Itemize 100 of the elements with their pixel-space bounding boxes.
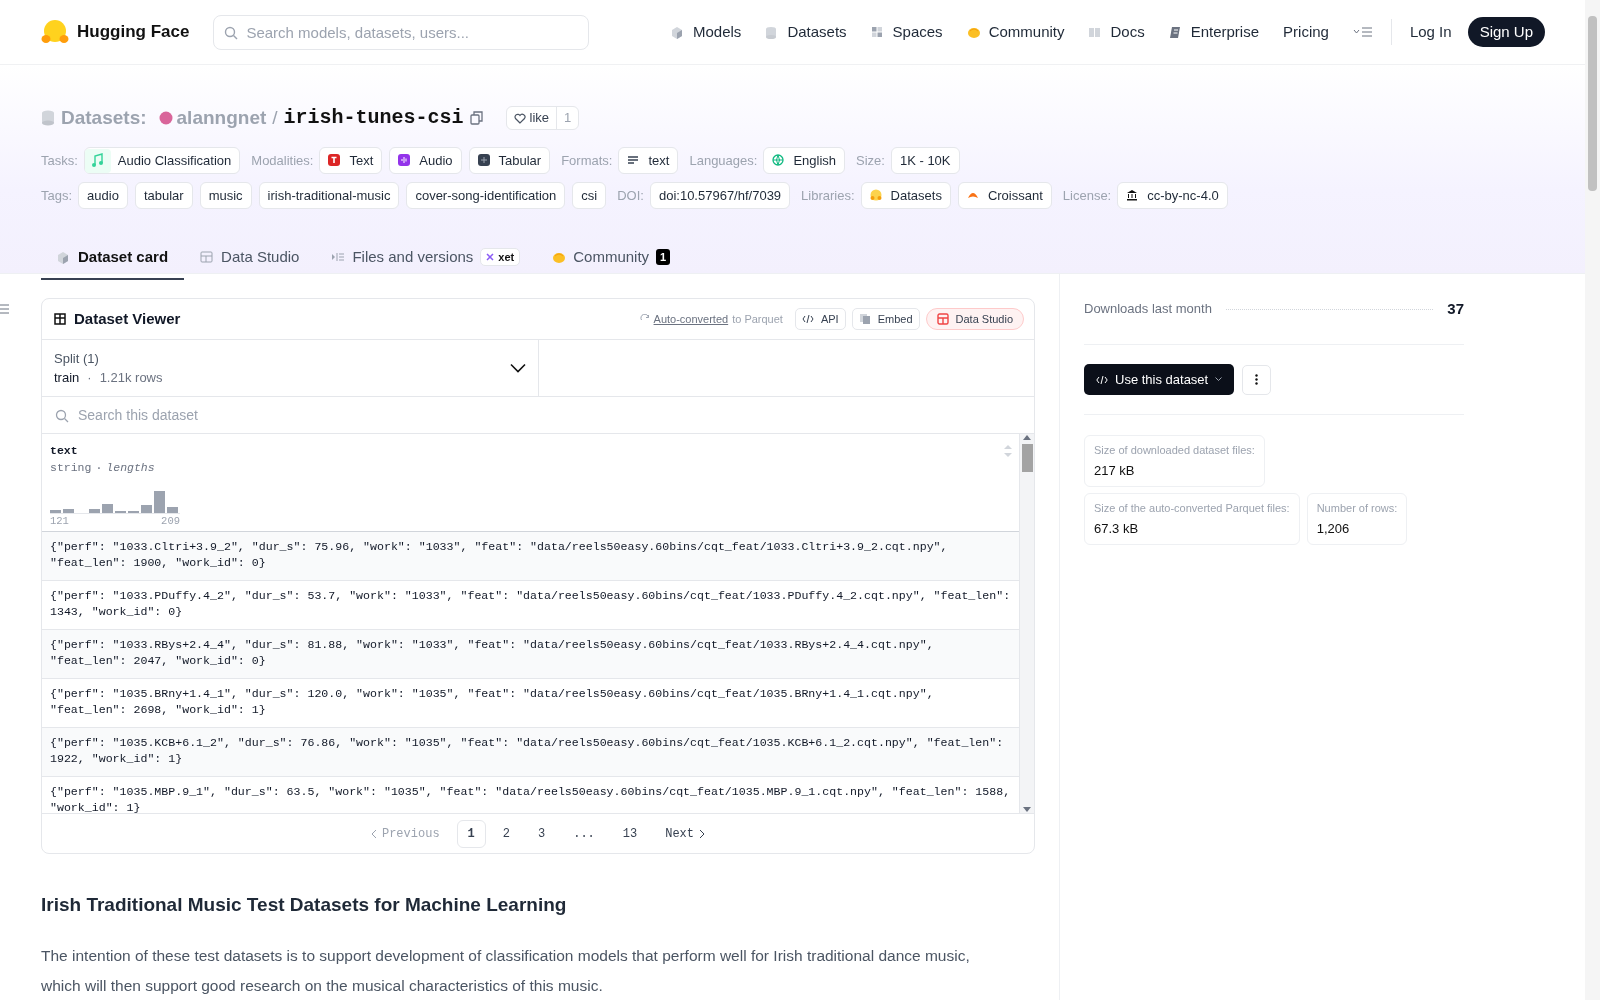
- nav-link[interactable]: Models: [693, 20, 742, 44]
- dot-separator: ·: [87, 369, 92, 387]
- caret-icon: [1215, 377, 1223, 382]
- repo-name[interactable]: irish-tunes-csi: [283, 103, 464, 133]
- meta-label: Modalities:: [251, 151, 314, 170]
- tag-chip[interactable]: doi:10.57967/hf/7039: [649, 182, 791, 209]
- tab[interactable]: Community 1: [536, 236, 687, 280]
- data-studio-button[interactable]: Data Studio: [925, 307, 1024, 331]
- card-heading: Irish Traditional Music Test Datasets for Machine Learning: [41, 894, 568, 917]
- stat-label: Number of rows:: [1316, 501, 1398, 516]
- tag-chip[interactable]: cc-by-nc-4.0: [1117, 182, 1228, 209]
- nav-link[interactable]: Docs: [1110, 20, 1145, 44]
- database-icon: [41, 110, 55, 126]
- page-button[interactable]: 2: [491, 819, 521, 848]
- tag-chip[interactable]: Audio: [389, 147, 462, 174]
- next-button[interactable]: Next: [654, 819, 716, 848]
- tag-chip[interactable]: csi: [572, 182, 607, 209]
- split-selector[interactable]: Split (1) train · 1.21k rows: [42, 340, 539, 396]
- tag-chip[interactable]: cover-song-identification: [406, 182, 566, 209]
- page-button[interactable]: ...: [562, 819, 606, 848]
- like-label: like: [529, 109, 550, 128]
- more-options-button[interactable]: [1242, 364, 1272, 395]
- hugging-emoji-icon: [869, 189, 884, 202]
- table-cell: {"perf": "1035.KCB+6.1_2", "dur_s": 76.86, "work": "1035", "feat": "data/reels50easy.60bins/cqt_feat/1035.KCB+6.1_2.cqt.npy", "feat_len": 1922, "work_id": 1}: [42, 728, 1019, 777]
- table-scrollbar[interactable]: [1019, 434, 1034, 813]
- tag-chip[interactable]: Text: [319, 147, 383, 174]
- meta-label: DOI:: [617, 186, 644, 205]
- card-paragraph: The intention of these test datasets is to support development of classification models that perform well for Irish traditional dance music, which will then support good research on the musical characteristics of this music.: [41, 945, 971, 996]
- repo-type-label: Datasets:: [61, 105, 147, 130]
- column-type: string: [50, 460, 92, 477]
- tag-chip[interactable]: irish-traditional-music: [258, 182, 400, 209]
- nav-link[interactable]: Community: [988, 20, 1065, 44]
- nav-link[interactable]: Spaces: [892, 20, 943, 44]
- page-button[interactable]: 13: [611, 819, 649, 848]
- table-cell: {"perf": "1033.Cltri+3.9_2", "dur_s": 75.96, "work": "1033", "feat": "data/reels50easy.60bins/cqt_feat/1033.Cltri+3.9_2.cqt.npy", "feat_len": 1900, "work_id": 0}: [42, 532, 1019, 581]
- meta-label: Size:: [856, 151, 885, 170]
- storage-badge: xet: [480, 247, 521, 267]
- page-button[interactable]: 1: [456, 819, 486, 848]
- grid-icon: [870, 25, 885, 39]
- scrollbar-thumb[interactable]: [1021, 444, 1033, 472]
- meta-label: License:: [1062, 186, 1112, 205]
- tag-chip[interactable]: tabular: [134, 182, 193, 209]
- tag-chip[interactable]: Datasets: [860, 182, 951, 209]
- sort-icon[interactable]: [1003, 444, 1013, 458]
- embed-button[interactable]: Embed: [851, 307, 920, 331]
- use-dataset-button[interactable]: Use this dataset: [1084, 363, 1235, 396]
- tag-chip[interactable]: Croissant: [957, 182, 1052, 209]
- column-stat: lengths: [106, 460, 155, 477]
- stat-label: Size of downloaded dataset files:: [1094, 443, 1255, 458]
- split-label: Split (1): [54, 349, 100, 368]
- tag-chip[interactable]: Audio Classification: [83, 147, 241, 174]
- brand-name[interactable]: Hugging Face: [77, 19, 190, 45]
- logo-icon[interactable]: [41, 19, 69, 45]
- scroll-down-icon: [1023, 807, 1031, 813]
- axis-min-label: 121: [50, 513, 69, 529]
- panel-title: Dataset Viewer: [74, 308, 181, 329]
- slash-separator: /: [272, 105, 278, 130]
- stat-value: 217 kB: [1094, 461, 1136, 480]
- search-field[interactable]: Search models, datasets, users...: [213, 14, 590, 50]
- tag-chip[interactable]: 1K - 10K: [890, 147, 960, 174]
- copy-icon: [858, 312, 873, 326]
- tag-chip[interactable]: Tabular: [468, 147, 551, 174]
- meta-label: Languages:: [689, 151, 758, 170]
- like-count: 1: [556, 107, 579, 129]
- stat-value: 67.3 kB: [1094, 519, 1140, 538]
- search-icon: [224, 25, 239, 40]
- chevron-icon: [699, 828, 705, 839]
- tab[interactable]: Data Studio: [184, 236, 316, 280]
- globe-icon: [772, 154, 787, 167]
- cube-icon: [671, 25, 685, 39]
- chevron-icon: [370, 828, 377, 839]
- login-link[interactable]: Log In: [1409, 20, 1452, 44]
- table-icon: [54, 313, 66, 325]
- tag-chip[interactable]: text: [618, 147, 679, 174]
- grid-icon: [477, 154, 492, 167]
- music-note-icon: [84, 148, 111, 173]
- badge-icon: [1168, 25, 1183, 39]
- nav-link[interactable]: Datasets: [787, 20, 847, 44]
- nav-link[interactable]: Pricing: [1283, 20, 1329, 44]
- tag-chip[interactable]: music: [199, 182, 252, 209]
- stat-value: 1,206: [1316, 519, 1351, 538]
- page-button[interactable]: 3: [527, 819, 557, 848]
- tab[interactable]: Dataset card: [41, 236, 185, 280]
- api-button[interactable]: API: [794, 307, 846, 331]
- stat-label: Size of the auto-converted Parquet files:: [1094, 501, 1290, 516]
- tab[interactable]: Files and versions xet: [315, 236, 537, 280]
- sign-up-button[interactable]: Sign Up: [1467, 16, 1545, 48]
- convert-note: to Parquet: [732, 311, 783, 327]
- sidebar-toggle-icon[interactable]: [0, 304, 9, 314]
- tag-chip[interactable]: English: [763, 147, 846, 174]
- avatar-icon: [158, 111, 173, 125]
- nav-link[interactable]: Enterprise: [1190, 20, 1260, 44]
- table-icon: [936, 312, 951, 326]
- menu-icon[interactable]: [1352, 26, 1373, 38]
- code-icon: [801, 312, 816, 326]
- copy-icon[interactable]: [469, 111, 484, 125]
- convert-link[interactable]: Auto-converted: [653, 310, 729, 328]
- x-icon: [486, 253, 495, 261]
- like-button[interactable]: like 1: [505, 106, 580, 130]
- tag-chip[interactable]: audio: [78, 182, 128, 209]
